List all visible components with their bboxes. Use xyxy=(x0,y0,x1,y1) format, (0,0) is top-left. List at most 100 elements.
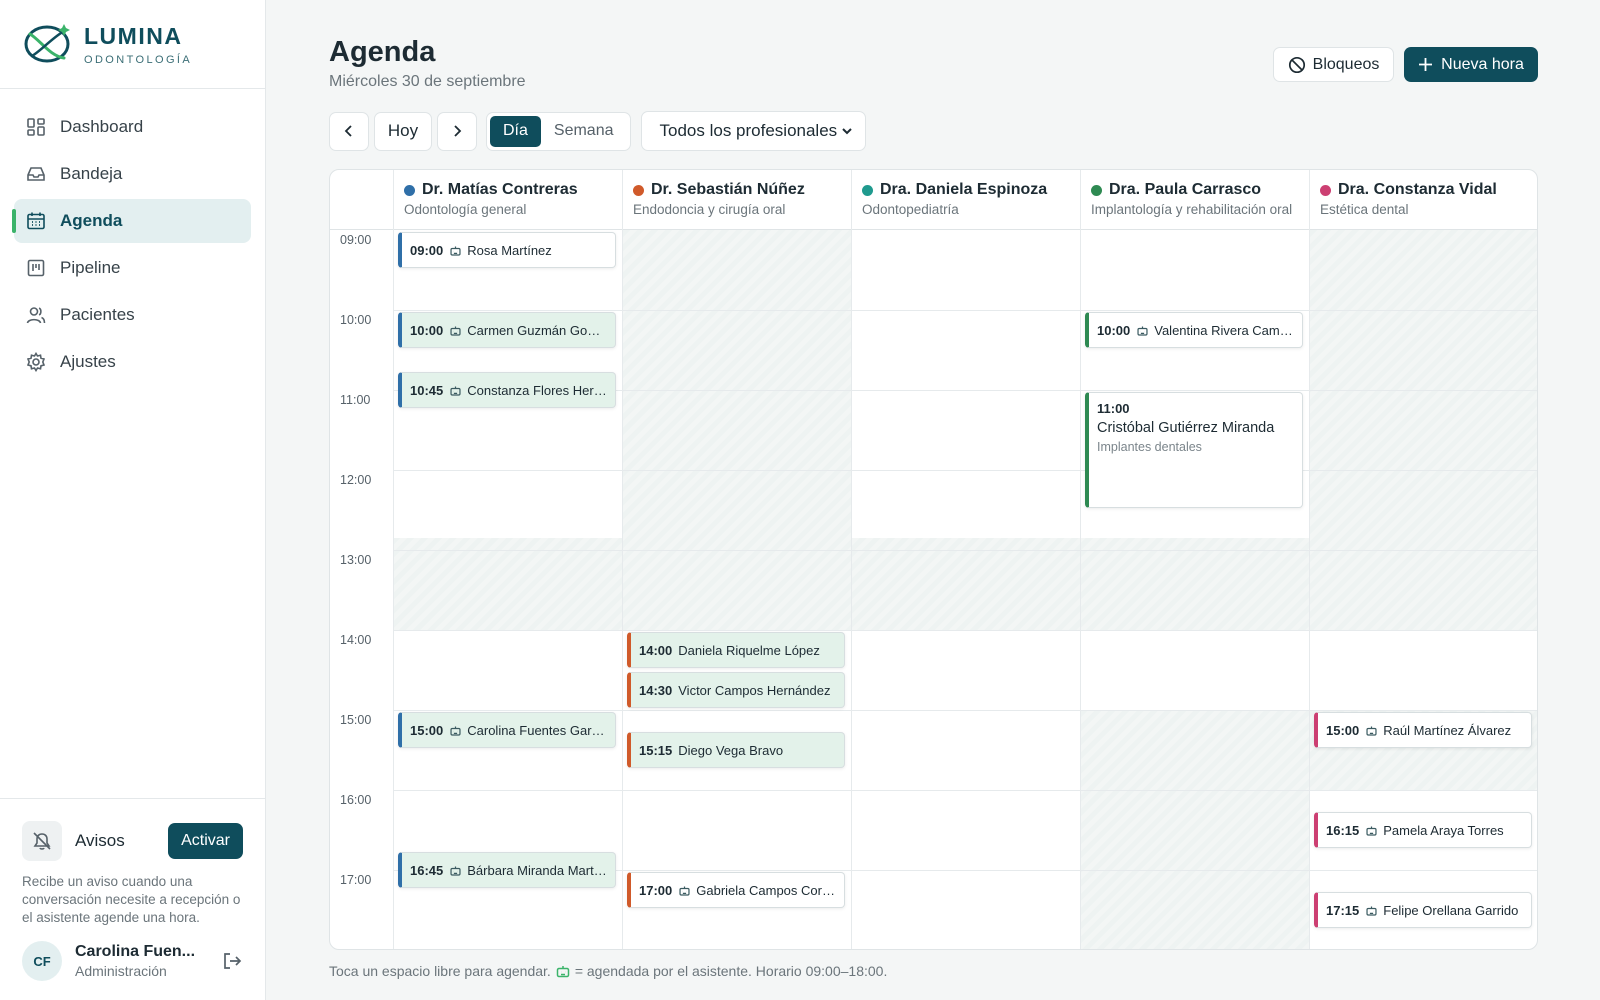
sidebar: LUMINA ODONTOLOGÍA Dashboard Bandeja Age… xyxy=(0,0,266,1000)
appointment-card[interactable]: 10:00 Carmen Guzmán Gonz... xyxy=(398,312,616,348)
appointment-card[interactable]: 14:30 Victor Campos Hernández xyxy=(627,672,845,708)
professional-specialty: Implantología y rehabilitación oral xyxy=(1091,202,1293,217)
appointment-patient: Valentina Rivera Camp... xyxy=(1154,322,1294,338)
unavailable-slot xyxy=(1081,710,1309,949)
hour-label: 17:00 xyxy=(340,873,372,887)
appointment-card[interactable]: 15:00 Raúl Martínez Álvarez xyxy=(1314,712,1532,748)
appointment-card[interactable]: 15:15 Diego Vega Bravo xyxy=(627,732,845,768)
unavailable-slot xyxy=(1081,550,1309,630)
appointment-card[interactable]: 15:00 Carolina Fuentes Garri... xyxy=(398,712,616,748)
appointment-time: 10:45 xyxy=(410,382,444,398)
professional-name: Dra. Constanza Vidal xyxy=(1338,181,1497,198)
users-icon xyxy=(26,305,46,325)
gear-icon xyxy=(26,352,46,372)
column-divider xyxy=(1309,170,1310,949)
robot-icon xyxy=(449,384,462,397)
robot-icon xyxy=(449,864,462,877)
new-appointment-label: Nueva hora xyxy=(1441,55,1524,73)
appointment-time: 16:45 xyxy=(410,862,444,878)
professional-specialty: Odontología general xyxy=(404,202,527,217)
user-role: Administración xyxy=(75,963,167,979)
alerts-description: Recibe un aviso cuando una conversación … xyxy=(22,874,241,925)
sidebar-item-inbox[interactable]: Bandeja xyxy=(14,152,251,196)
appointment-patient: Raúl Martínez Álvarez xyxy=(1383,722,1512,738)
professional-color-dot xyxy=(404,184,415,196)
robot-icon xyxy=(1365,724,1378,737)
sidebar-footer: Avisos Activar Recibe un aviso cuando un… xyxy=(0,798,265,1000)
hour-gridline xyxy=(393,310,1537,311)
appointment-card[interactable]: 17:00 Gabriela Campos Cortés xyxy=(627,872,845,908)
appointment-time: 15:00 xyxy=(1326,722,1360,738)
chevron-right-icon xyxy=(454,125,462,137)
appointment-time: 14:30 xyxy=(639,682,673,698)
appointment-patient: Constanza Flores Herr... xyxy=(467,382,607,398)
bell-off-icon xyxy=(22,821,62,861)
professional-filter-select[interactable]: Todos los profesionales xyxy=(640,111,866,151)
professional-name: Dr. Sebastián Núñez xyxy=(651,181,805,198)
logout-icon[interactable] xyxy=(221,950,243,972)
professional-header: Dr. Matías Contreras Odontología general xyxy=(393,170,622,230)
brand-subtitle: ODONTOLOGÍA xyxy=(84,53,193,66)
sidebar-item-label: Agenda xyxy=(60,211,123,230)
hour-label: 13:00 xyxy=(340,553,372,567)
chevron-down-icon xyxy=(841,128,852,135)
activate-alerts-button[interactable]: Activar xyxy=(168,823,243,859)
prev-day-button[interactable] xyxy=(329,111,369,151)
appointment-card[interactable]: 11:00 Cristóbal Gutiérrez Miranda Implante… xyxy=(1085,392,1303,508)
sidebar-item-dashboard[interactable]: Dashboard xyxy=(14,105,251,149)
appointment-time: 09:00 xyxy=(410,242,444,258)
professional-specialty: Endodoncia y cirugía oral xyxy=(633,202,786,217)
tab-day[interactable]: Día xyxy=(490,115,541,147)
professional-specialty: Odontopediatría xyxy=(862,202,959,217)
inbox-icon xyxy=(26,164,46,184)
today-button[interactable]: Hoy xyxy=(374,111,432,151)
appointment-card[interactable]: 14:00 Daniela Riquelme López xyxy=(627,632,845,668)
appointment-patient: Carmen Guzmán Gonz... xyxy=(467,322,607,338)
professional-header: Dra. Paula Carrasco Implantología y rehab… xyxy=(1080,170,1309,230)
new-appointment-button[interactable]: Nueva hora xyxy=(1404,47,1538,82)
sidebar-item-label: Pipeline xyxy=(60,258,121,277)
column-divider xyxy=(622,170,623,949)
robot-icon xyxy=(1365,904,1378,917)
sidebar-item-patients[interactable]: Pacientes xyxy=(14,293,251,337)
appointment-patient: Daniela Riquelme López xyxy=(678,642,820,658)
appointment-card[interactable]: 09:00 Rosa Martínez xyxy=(398,232,616,268)
appointment-time: 14:00 xyxy=(639,642,673,658)
calendar-grid[interactable]: 09:00 10:00 11:00 12:00 13:00 14:00 15:00 16:00… xyxy=(330,170,1537,949)
appointment-patient: Rosa Martínez xyxy=(467,242,552,258)
alerts-row: Avisos Activar xyxy=(22,821,243,861)
appointment-time: 16:15 xyxy=(1326,822,1360,838)
tooth-logo-icon xyxy=(24,24,70,63)
appointment-time: 15:00 xyxy=(410,722,444,738)
hour-label: 09:00 xyxy=(340,233,372,247)
hour-label: 12:00 xyxy=(340,473,372,487)
professional-header: Dra. Daniela Espinoza Odontopediatría xyxy=(851,170,1080,230)
appointment-card[interactable]: 16:15 Pamela Araya Torres xyxy=(1314,812,1532,848)
appointment-card[interactable]: 10:45 Constanza Flores Herr... xyxy=(398,372,616,408)
sidebar-item-settings[interactable]: Ajustes xyxy=(14,340,251,384)
robot-icon xyxy=(449,724,462,737)
sidebar-item-pipeline[interactable]: Pipeline xyxy=(14,246,251,290)
hour-gridline xyxy=(393,790,1537,791)
appointment-patient: Carolina Fuentes Garri... xyxy=(467,722,607,738)
appointment-time: 10:00 xyxy=(410,322,444,338)
next-day-button[interactable] xyxy=(437,111,477,151)
hour-label: 10:00 xyxy=(340,313,372,327)
view-switcher: Día Semana xyxy=(486,111,631,151)
unavailable-slot xyxy=(1310,230,1537,630)
unavailable-slot xyxy=(394,550,622,630)
appointment-card[interactable]: 16:45 Bárbara Miranda Martí... xyxy=(398,852,616,888)
hour-label: 16:00 xyxy=(340,793,372,807)
unavailable-slot xyxy=(852,550,1080,630)
column-divider xyxy=(393,170,394,949)
blocks-button[interactable]: Bloqueos xyxy=(1273,47,1394,82)
unavailable-slot xyxy=(623,230,851,630)
calendar-header: Dr. Matías Contreras Odontología general D… xyxy=(330,170,1537,230)
tab-week[interactable]: Semana xyxy=(541,116,627,147)
sidebar-item-agenda[interactable]: Agenda xyxy=(12,199,251,243)
appointment-card[interactable]: 10:00 Valentina Rivera Camp... xyxy=(1085,312,1303,348)
appointment-patient: Bárbara Miranda Martí... xyxy=(467,862,607,878)
professional-header: Dra. Constanza Vidal Estética dental xyxy=(1309,170,1537,230)
day-calendar: Dr. Matías Contreras Odontología general D… xyxy=(329,169,1538,950)
appointment-card[interactable]: 17:15 Felipe Orellana Garrido xyxy=(1314,892,1532,928)
